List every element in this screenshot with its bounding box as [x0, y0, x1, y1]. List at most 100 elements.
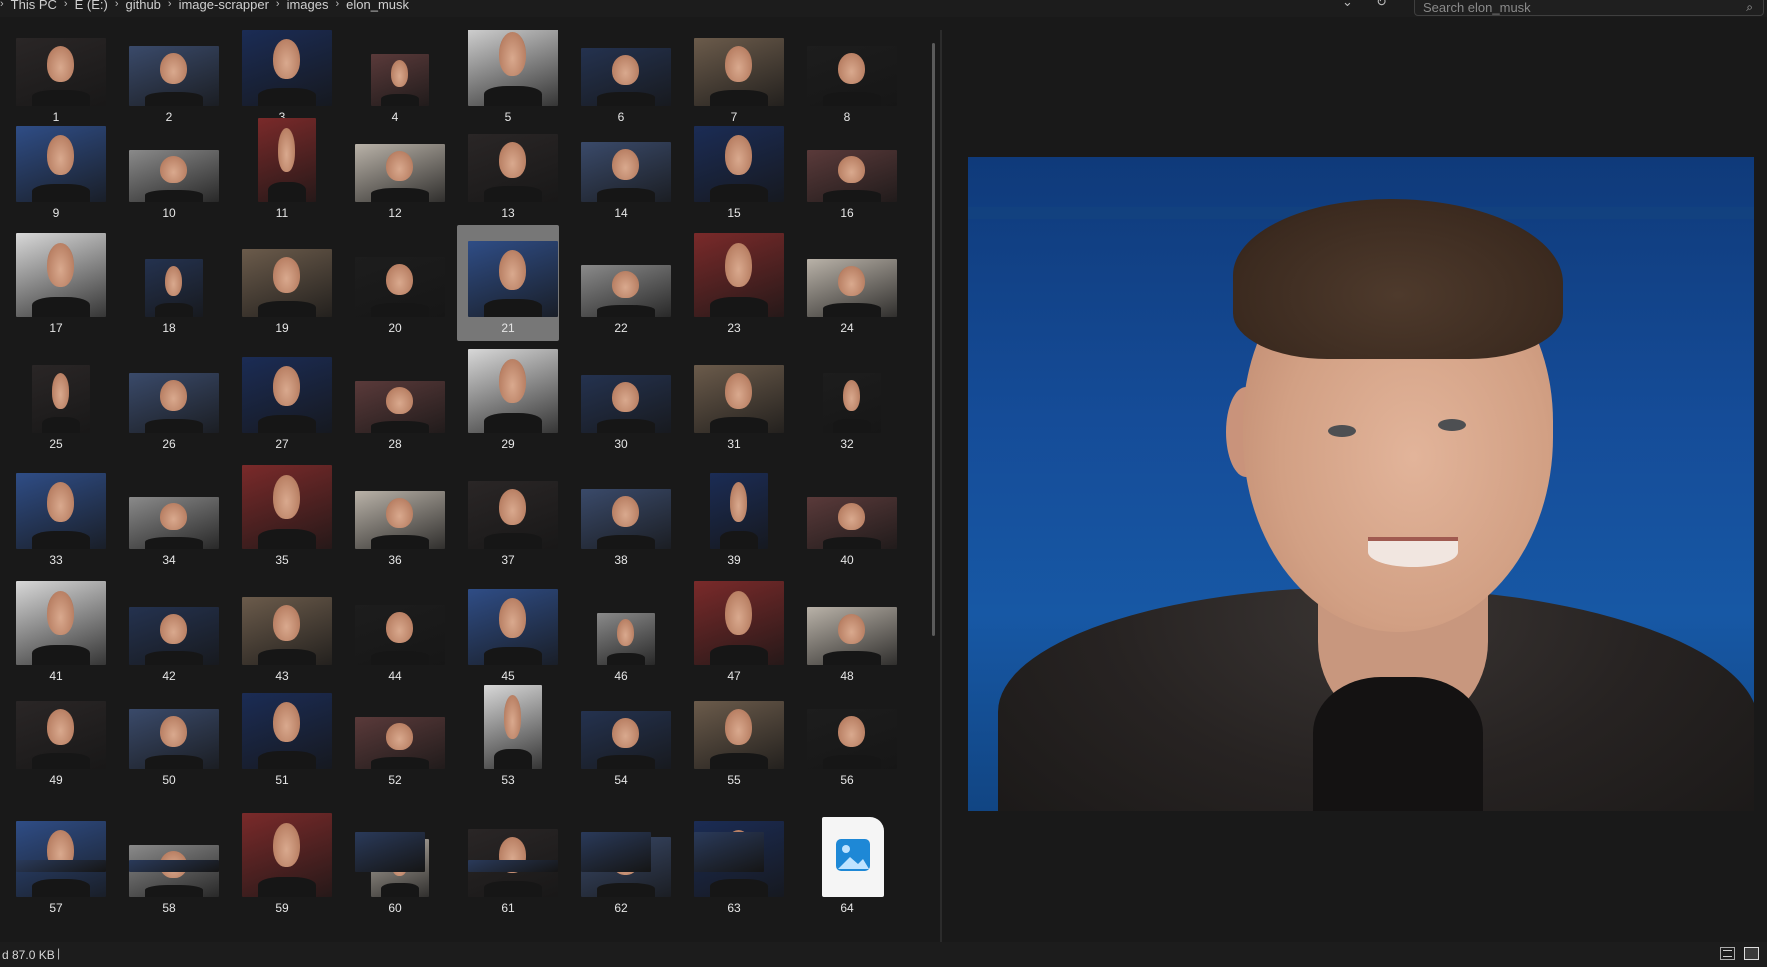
thumbnail-item[interactable]: 52 [344, 689, 446, 805]
thumbnail-image [694, 38, 784, 106]
thumbnail-item[interactable]: 25 [5, 341, 107, 457]
thumbnail-item[interactable]: 10 [118, 122, 220, 238]
thumbnail-item[interactable]: 38 [570, 457, 672, 573]
thumbnail-label: 62 [614, 901, 628, 915]
thumbnail-label: 35 [275, 553, 289, 567]
thumbnail-item[interactable]: 13 [457, 122, 559, 238]
person-body [484, 412, 542, 433]
search-icon[interactable]: ⌕ [1746, 0, 1753, 15]
person-body [258, 876, 316, 897]
thumbnail-item[interactable]: 53 [457, 685, 559, 805]
thumbnail-item[interactable]: 49 [5, 689, 107, 805]
thumbnail-item[interactable]: 44 [344, 573, 446, 689]
thumbnail-item[interactable]: 47 [683, 573, 785, 689]
thumbnail-item[interactable]: 15 [683, 122, 785, 238]
breadcrumb-image-scrapper[interactable]: image-scrapper [172, 0, 276, 12]
thumbnail-item[interactable]: 40 [796, 457, 898, 573]
person-head [611, 271, 639, 299]
thumbnail-item[interactable]: 50 [118, 689, 220, 805]
person-head [46, 135, 74, 175]
thumbnail-label: 30 [614, 437, 628, 451]
thumbnail-item[interactable]: 17 [5, 225, 107, 341]
thumbnail-image [468, 134, 558, 202]
breadcrumb-elon-musk[interactable]: elon_musk [339, 0, 416, 12]
thumbnail-item[interactable]: 20 [344, 225, 446, 341]
thumbnail-item[interactable]: 11 [231, 118, 333, 238]
breadcrumb-drive[interactable]: E (E:) [68, 0, 115, 12]
file-grid[interactable]: 1 2 3 4 5 6 7 8 9 10 11 12 13 14 15 16 17 18 19 20 21 22 23 24 2… [0, 30, 930, 942]
thumbnail-label: 54 [614, 773, 628, 787]
thumbnail-item[interactable]: 48 [796, 573, 898, 689]
details-view-icon[interactable] [1720, 947, 1735, 960]
thumbnail-label: 18 [162, 321, 176, 335]
person-head [277, 128, 296, 172]
thumbnail-item[interactable]: 54 [570, 689, 672, 805]
thumbnail-image [129, 860, 219, 872]
thumbnail-item[interactable]: 41 [5, 573, 107, 689]
thumbnail-item[interactable]: 24 [796, 225, 898, 341]
thumbnail-label: 39 [727, 553, 741, 567]
breadcrumb-this-pc[interactable]: This PC [4, 0, 64, 12]
vertical-scrollbar[interactable] [932, 43, 935, 636]
person-head [724, 243, 752, 287]
thumbnail-item[interactable]: 28 [344, 341, 446, 457]
thumbnail-item[interactable]: 32 [796, 341, 898, 457]
thumbnail-item[interactable]: 30 [570, 341, 672, 457]
thumbnail-image [822, 817, 884, 897]
breadcrumb-images[interactable]: images [280, 0, 336, 12]
thumbnail-item[interactable]: 23 [683, 225, 785, 341]
person-body [823, 189, 881, 202]
thumbnail-item[interactable]: 56 [796, 689, 898, 805]
thumbnail-label: 14 [614, 206, 628, 220]
thumbnail-item[interactable]: 46 [570, 573, 672, 689]
person-head [498, 598, 526, 638]
thumbnail-item[interactable]: 45 [457, 573, 559, 689]
thumbnail-item[interactable]: 55 [683, 689, 785, 805]
thumbnail-item[interactable]: 51 [231, 689, 333, 805]
large-icons-view-icon[interactable] [1744, 947, 1759, 960]
person-body [484, 298, 542, 317]
thumbnail-item[interactable]: 29 [457, 341, 559, 457]
preview-image [968, 157, 1754, 811]
thumbnail-item[interactable]: 43 [231, 573, 333, 689]
thumbnail-image [129, 607, 219, 665]
thumbnail-item[interactable]: 59 [231, 805, 333, 921]
thumbnail-item[interactable]: 14 [570, 122, 672, 238]
breadcrumb-github[interactable]: github [118, 0, 167, 12]
thumbnail-item[interactable]: 27 [231, 341, 333, 457]
thumbnail-item[interactable]: 26 [118, 341, 220, 457]
person-body [823, 651, 881, 665]
thumbnail-item[interactable]: 64 [796, 805, 898, 921]
thumbnail-item[interactable]: 31 [683, 341, 785, 457]
thumbnail-label: 13 [501, 206, 515, 220]
thumbnail-item[interactable]: 16 [796, 122, 898, 238]
person-head [159, 613, 187, 645]
thumbnail-item[interactable]: 9 [5, 122, 107, 238]
refresh-icon[interactable]: ↻ [1376, 0, 1387, 10]
thumbnail-item[interactable]: 18 [118, 225, 220, 341]
person-head [385, 387, 413, 415]
thumbnail-item[interactable]: 37 [457, 457, 559, 573]
thumbnail-item[interactable]: 42 [118, 573, 220, 689]
thumbnail-item[interactable]: 22 [570, 225, 672, 341]
search-input[interactable]: Search elon_musk ⌕ [1414, 0, 1764, 16]
thumbnail-item[interactable]: 33 [5, 457, 107, 573]
thumbnail-item[interactable]: 36 [344, 457, 446, 573]
thumbnail-image [468, 30, 558, 106]
thumbnail-item[interactable]: 39 [683, 457, 785, 573]
thumbnail-label: 52 [388, 773, 402, 787]
thumbnail-item[interactable]: 12 [344, 122, 446, 238]
person-body [823, 303, 881, 317]
thumbnail-label: 25 [49, 437, 63, 451]
person-body [710, 878, 768, 897]
person-head [46, 46, 74, 82]
person-head [385, 497, 413, 529]
thumbnail-label: 46 [614, 669, 628, 683]
thumbnail-item[interactable]: 19 [231, 225, 333, 341]
thumbnail-item[interactable]: 34 [118, 457, 220, 573]
thumbnail-image [694, 701, 784, 769]
thumbnail-item[interactable]: 35 [231, 457, 333, 573]
chevron-down-icon[interactable]: ⌄ [1342, 0, 1353, 10]
thumbnail-item[interactable]: 21 [457, 225, 559, 341]
person-head [385, 723, 413, 751]
